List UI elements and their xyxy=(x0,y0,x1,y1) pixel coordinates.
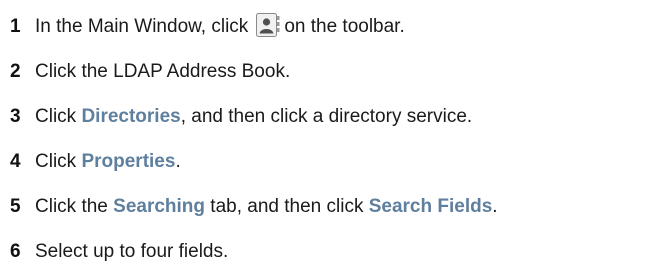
step-number: 1 xyxy=(10,15,21,37)
step-text-middle: tab, and then click xyxy=(210,195,364,217)
step-text-after: , and then click a directory service. xyxy=(180,105,473,127)
ui-term-searching: Searching xyxy=(113,195,206,217)
step-4: 4 Click Properties. xyxy=(10,139,498,184)
ui-term-directories: Directories xyxy=(81,105,181,127)
step-text-after: . xyxy=(175,150,181,172)
step-number: 6 xyxy=(10,240,21,262)
address-book-icon xyxy=(256,12,280,37)
step-text-after: . xyxy=(492,195,498,217)
step-number: 3 xyxy=(10,105,21,127)
step-text-before: In the Main Window, click xyxy=(35,15,249,37)
step-number: 5 xyxy=(10,195,21,217)
step-text: Click the LDAP Address Book. xyxy=(35,60,291,82)
step-1: 1 In the Main Window, click on the toolb… xyxy=(10,4,498,49)
step-number: 2 xyxy=(10,60,21,82)
step-5: 5 Click the Searching tab, and then clic… xyxy=(10,184,498,229)
step-number: 4 xyxy=(10,150,21,172)
step-text-before: Click the xyxy=(35,195,108,217)
instruction-steps: 1 In the Main Window, click on the toolb… xyxy=(10,4,498,274)
ui-term-search-fields: Search Fields xyxy=(368,195,493,217)
step-text-before: Click xyxy=(35,150,77,172)
step-text-before: Click xyxy=(35,105,77,127)
step-3: 3 Click Directories, and then click a di… xyxy=(10,94,498,139)
ui-term-properties: Properties xyxy=(81,150,176,172)
step-text: Select up to four fields. xyxy=(35,240,229,262)
step-text-after: on the toolbar. xyxy=(284,15,405,37)
step-6: 6 Select up to four fields. xyxy=(10,229,498,274)
step-2: 2 Click the LDAP Address Book. xyxy=(10,49,498,94)
